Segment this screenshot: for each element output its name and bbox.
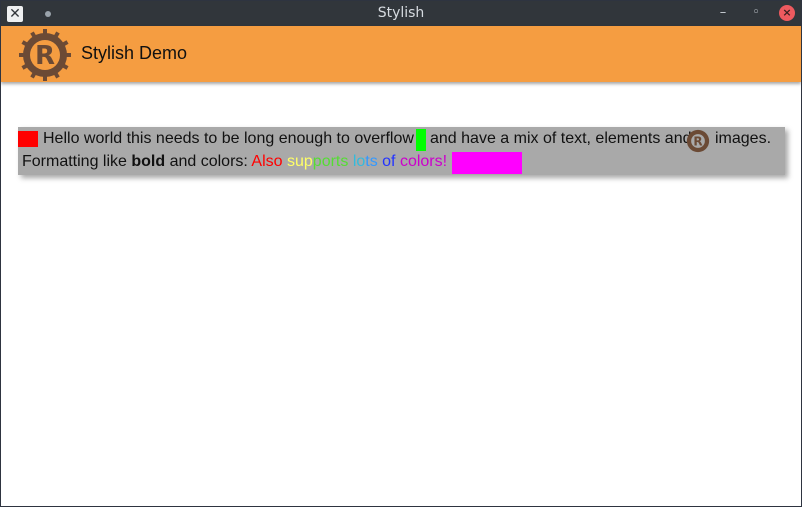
rainbow-segment: sup xyxy=(287,153,313,170)
line1-text-a: Hello world this needs to be long enough… xyxy=(43,130,414,147)
text-line-1: Hello world this needs to be long enough… xyxy=(18,129,785,153)
window-title: Stylish xyxy=(377,5,425,21)
restore-button[interactable]: ◦ xyxy=(748,5,764,21)
line1-text-c: images. xyxy=(715,130,772,147)
rust-logo-small-icon: R xyxy=(686,129,710,153)
rich-text-card: Hello world this needs to be long enough… xyxy=(18,127,785,175)
rainbow-segment: Also xyxy=(251,153,287,170)
rainbow-segment: lo xyxy=(352,153,366,170)
title-bar: ✕ Stylish – ◦ × xyxy=(1,1,801,26)
rainbow-segment: ts xyxy=(365,153,383,170)
svg-text:R: R xyxy=(35,41,55,71)
app-title: Stylish Demo xyxy=(81,43,188,63)
svg-text:R: R xyxy=(693,134,702,148)
green-swatch xyxy=(416,129,426,151)
line1-text-b: and have a mix of text, elements and xyxy=(430,130,692,147)
line2-prefix: Formatting like xyxy=(22,153,132,170)
line2-middle: and colors: xyxy=(165,153,252,170)
rainbow-segment: colors! xyxy=(399,153,448,170)
close-button[interactable]: × xyxy=(779,5,795,21)
bold-word: bold xyxy=(131,153,166,170)
app-window: ✕ Stylish – ◦ × R Stylish Demo Hello wor… xyxy=(0,0,802,507)
red-swatch xyxy=(18,131,38,147)
line2-content: Formatting like bold and colors: Also su… xyxy=(22,152,447,172)
text-line-2: Formatting like bold and colors: Also su… xyxy=(22,152,782,174)
minimize-button[interactable]: – xyxy=(715,5,731,21)
app-header: R Stylish Demo xyxy=(1,26,801,82)
rainbow-segment: of xyxy=(382,153,400,170)
magenta-swatch xyxy=(452,152,522,174)
rainbow-segment: ports xyxy=(312,153,353,170)
rust-logo-icon: R xyxy=(19,29,71,81)
